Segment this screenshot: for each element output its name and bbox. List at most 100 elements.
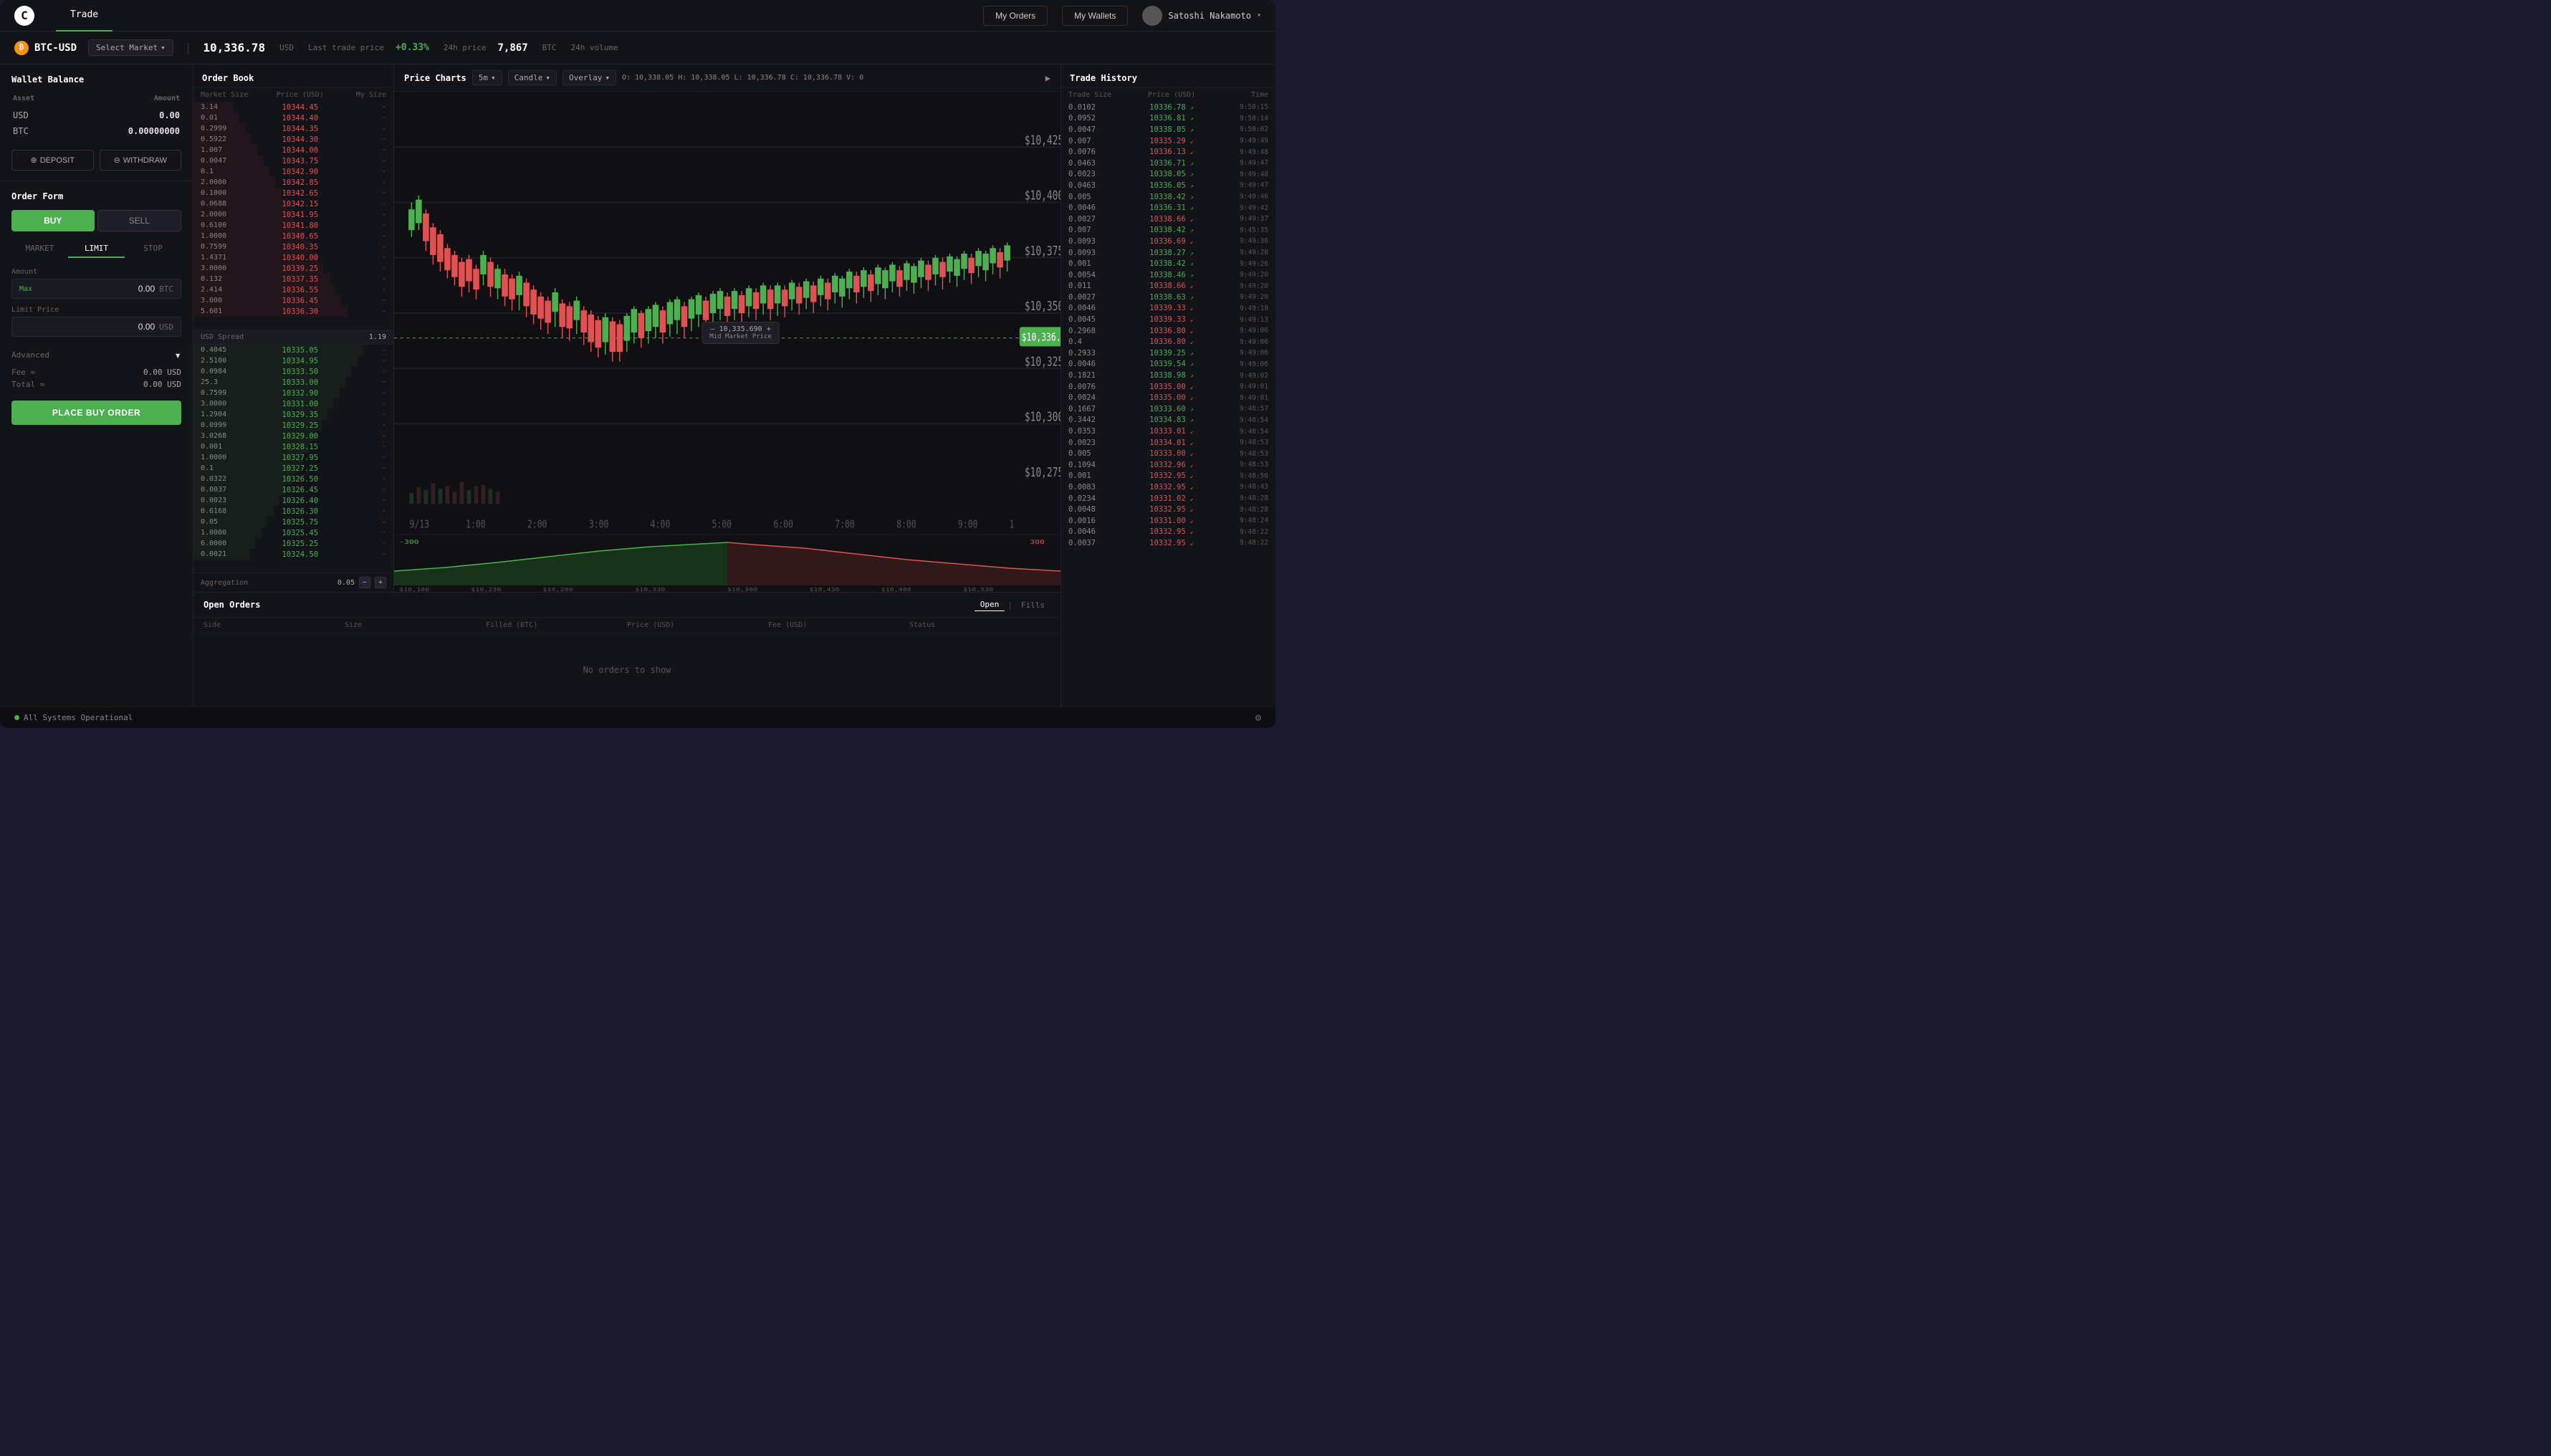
chart-type-value: Candle xyxy=(514,73,543,82)
order-book-sell-row[interactable]: 3.000 10336.45 - xyxy=(193,295,393,306)
limit-price-input[interactable] xyxy=(19,322,155,332)
aggregation-decrease-button[interactable]: − xyxy=(359,577,370,588)
order-book-buy-rows: 0.4045 10335.05 - 2.5100 10334.95 - 0.09… xyxy=(193,345,393,573)
order-book-sell-row[interactable]: 2.0000 10342.85 - xyxy=(193,177,393,188)
chart-area[interactable]: $10,425 $10,400 $10,375 $10,350 $10,325 … xyxy=(394,92,1061,535)
order-book-sell-row[interactable]: 0.1000 10342.65 - xyxy=(193,188,393,198)
order-book-buy-row[interactable]: 2.5100 10334.95 - xyxy=(193,355,393,366)
status-indicator: All Systems Operational xyxy=(14,713,133,722)
order-book-buy-row[interactable]: 3.0000 10331.00 - xyxy=(193,398,393,409)
tab-market[interactable]: MARKET xyxy=(11,240,68,258)
advanced-label: Advanced xyxy=(11,350,49,360)
center-top: Order Book Market Size Price (USD) My Si… xyxy=(193,64,1061,592)
amount-label: Amount xyxy=(11,268,181,276)
wallet-balance-section: Wallet Balance Asset Amount USD 0.00 xyxy=(0,64,193,181)
overlay-selector[interactable]: Overlay ▾ xyxy=(563,70,616,85)
fee-label: Fee ≈ xyxy=(11,368,35,377)
order-book-buy-row[interactable]: 0.0023 10326.40 - xyxy=(193,495,393,506)
limit-price-currency: USD xyxy=(159,322,173,332)
order-book-buy-row[interactable]: 0.0984 10333.50 - xyxy=(193,366,393,377)
order-book-sell-row[interactable]: 0.01 10344.40 - xyxy=(193,112,393,123)
max-link[interactable]: Max xyxy=(19,285,32,293)
tab-trade[interactable]: Trade xyxy=(56,0,113,32)
buy-button[interactable]: BUY xyxy=(11,210,95,231)
amount-input[interactable] xyxy=(38,284,155,294)
order-book-sell-row[interactable]: 3.0000 10339.25 - xyxy=(193,263,393,274)
order-book-buy-row[interactable]: 0.4045 10335.05 - xyxy=(193,345,393,355)
order-book-sell-row[interactable]: 0.5922 10344.30 - xyxy=(193,134,393,145)
chart-type-selector[interactable]: Candle ▾ xyxy=(508,70,557,85)
svg-text:$10,530: $10,530 xyxy=(963,587,993,592)
aggregation-increase-button[interactable]: + xyxy=(375,577,386,588)
tab-open[interactable]: Open xyxy=(975,598,1005,611)
order-book-buy-row[interactable]: 0.0322 10326.50 - xyxy=(193,474,393,484)
order-book-sell-row[interactable]: 3.14 10344.45 - xyxy=(193,102,393,112)
table-row: USD 0.00 xyxy=(13,108,180,123)
tab-stop[interactable]: STOP xyxy=(125,240,181,258)
order-book-sell-row[interactable]: 1.007 10344.00 - xyxy=(193,145,393,155)
deposit-button[interactable]: ⊕ DEPOSIT xyxy=(11,150,94,171)
order-book-buy-row[interactable]: 0.0021 10324.50 - xyxy=(193,549,393,560)
order-book-buy-row[interactable]: 0.001 10328.15 - xyxy=(193,441,393,452)
trade-history-row: 0.0046 10339.33 ↙ 9:49:19 xyxy=(1061,303,1276,315)
withdraw-button[interactable]: ⊖ WITHDRAW xyxy=(100,150,182,171)
svg-text:$10,230: $10,230 xyxy=(471,587,501,592)
order-book-sell-row[interactable]: 0.132 10337.35 - xyxy=(193,274,393,284)
charts-title: Price Charts xyxy=(404,73,466,83)
trade-history-row: 0.0023 10338.05 ↗ 9:49:48 xyxy=(1061,169,1276,181)
order-book-sell-row[interactable]: 1.4371 10340.00 - xyxy=(193,252,393,263)
order-book-columns: Market Size Price (USD) My Size xyxy=(193,88,393,102)
trade-history-row: 0.0023 10334.01 ↙ 9:48:53 xyxy=(1061,437,1276,449)
order-book-buy-row[interactable]: 6.0000 10325.25 - xyxy=(193,538,393,549)
place-order-button[interactable]: PLACE BUY ORDER xyxy=(11,401,181,425)
order-book-sell-row[interactable]: 5.601 10336.30 - xyxy=(193,306,393,317)
sell-button[interactable]: SELL xyxy=(97,210,182,231)
order-type-tabs: MARKET LIMIT STOP xyxy=(11,240,181,258)
my-orders-button[interactable]: My Orders xyxy=(983,6,1048,26)
tab-limit[interactable]: LIMIT xyxy=(68,240,125,258)
svg-text:1:00: 1:00 xyxy=(466,518,486,531)
order-book-sell-row[interactable]: 0.7599 10340.35 - xyxy=(193,241,393,252)
settings-icon[interactable]: ⚙ xyxy=(1255,712,1261,724)
order-book-buy-row[interactable]: 1.0000 10327.95 - xyxy=(193,452,393,463)
buy-sell-tabs: BUY SELL xyxy=(11,210,181,231)
order-book-sell-row[interactable]: 0.0688 10342.15 - xyxy=(193,198,393,209)
order-book-sell-row[interactable]: 0.6100 10341.80 - xyxy=(193,220,393,231)
top-nav: C Trade My Orders My Wallets Satoshi Nak… xyxy=(0,0,1276,32)
app-logo[interactable]: C xyxy=(14,6,34,26)
my-wallets-button[interactable]: My Wallets xyxy=(1062,6,1128,26)
trade-history-row: 0.0093 10336.69 ↙ 9:49:30 xyxy=(1061,236,1276,247)
order-book-buy-row[interactable]: 1.0000 10325.45 - xyxy=(193,527,393,538)
order-book-sell-row[interactable]: 0.0047 10343.75 - xyxy=(193,155,393,166)
wallet-asset-btc: BTC xyxy=(13,124,62,138)
order-book-buy-row[interactable]: 3.0268 10329.00 - xyxy=(193,431,393,441)
select-market-button[interactable]: Select Market ▾ xyxy=(88,39,173,56)
order-book-sell-row[interactable]: 1.0000 10340.65 - xyxy=(193,231,393,241)
user-menu[interactable]: Satoshi Nakamoto ▾ xyxy=(1142,6,1261,26)
order-book-buy-row[interactable]: 25.3 10333.00 - xyxy=(193,377,393,388)
trading-pair: ₿ BTC-USD xyxy=(14,41,77,55)
chart-forward-icon[interactable]: ▶ xyxy=(1045,73,1050,83)
timeframe-selector[interactable]: 5m ▾ xyxy=(472,70,502,85)
order-book-buy-row[interactable]: 0.0037 10326.45 - xyxy=(193,484,393,495)
trade-history-row: 0.0102 10336.78 ↗ 9:50:15 xyxy=(1061,102,1276,113)
order-book-buy-row[interactable]: 0.6168 10326.30 - xyxy=(193,506,393,517)
order-book-sell-row[interactable]: 2.414 10336.55 - xyxy=(193,284,393,295)
order-book-buy-row[interactable]: 0.1 10327.25 - xyxy=(193,463,393,474)
order-book-buy-row[interactable]: 1.2904 10329.35 - xyxy=(193,409,393,420)
chevron-down-icon: ▾ xyxy=(174,348,181,362)
order-book-buy-row[interactable]: 0.7599 10332.90 - xyxy=(193,388,393,398)
advanced-toggle[interactable]: Advanced ▾ xyxy=(11,344,181,366)
open-orders-panel: Open Orders Open | Fills Side Size Fille… xyxy=(193,592,1061,707)
order-book-buy-row[interactable]: 0.0999 10329.25 - xyxy=(193,420,393,431)
order-book-sell-row[interactable]: 0.1 10342.90 - xyxy=(193,166,393,177)
amount-input-row: Max BTC xyxy=(11,279,181,299)
order-book-buy-row[interactable]: 0.05 10325.75 - xyxy=(193,517,393,527)
last-price-currency: USD xyxy=(279,43,294,52)
trade-history-row: 0.0046 10332.95 ↙ 9:48:22 xyxy=(1061,527,1276,538)
order-book-sell-row[interactable]: 0.2999 10344.35 - xyxy=(193,123,393,134)
trade-history-row: 0.0048 10332.95 ↙ 9:48:28 xyxy=(1061,504,1276,515)
order-book-sell-row[interactable]: 2.0000 10341.95 - xyxy=(193,209,393,220)
tab-fills[interactable]: Fills xyxy=(1015,599,1050,611)
svg-text:1: 1 xyxy=(1009,518,1014,531)
